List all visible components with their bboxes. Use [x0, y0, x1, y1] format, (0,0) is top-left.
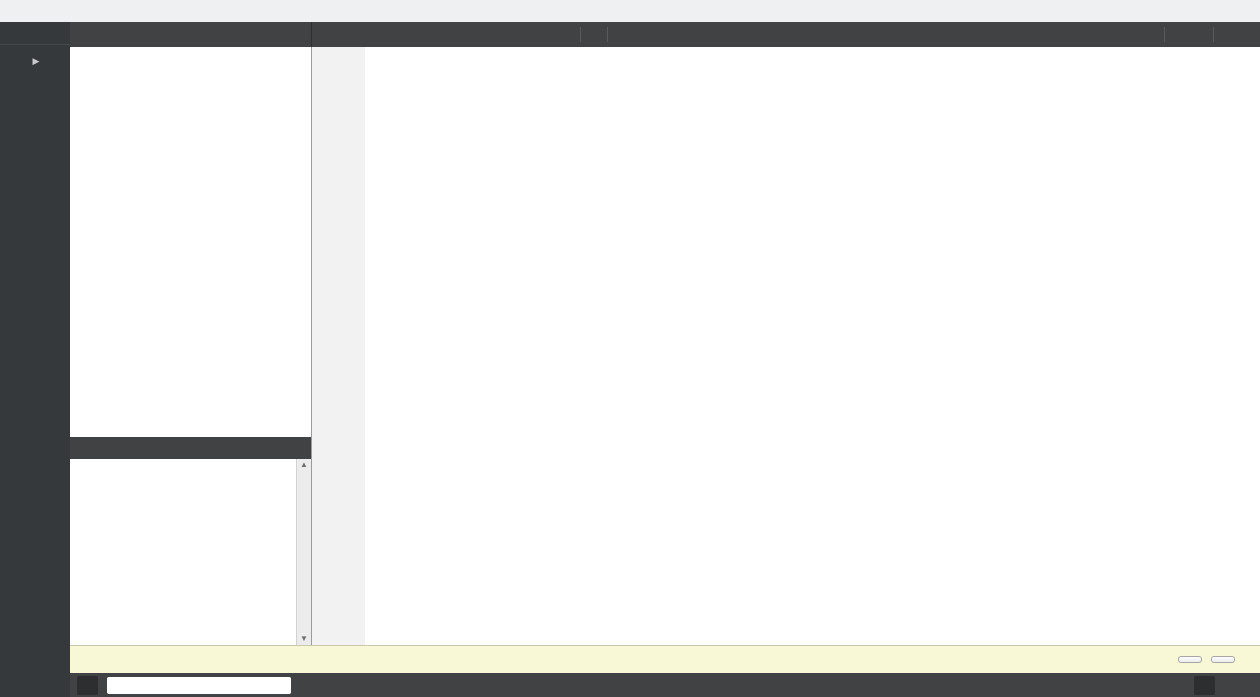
toggle-left-sidebar-button[interactable]: [77, 676, 98, 695]
status-bar: [70, 673, 1260, 697]
left-panel-column: ▲ ▼: [70, 47, 312, 645]
project-tree: [70, 47, 311, 437]
output-panes-dropdown-arrows[interactable]: [303, 675, 325, 696]
run-qmake-button[interactable]: [1211, 656, 1235, 663]
open-documents-scrollbar[interactable]: ▲ ▼: [296, 459, 311, 645]
menu-bar: [0, 0, 1260, 22]
open-documents-header: [70, 437, 311, 459]
symbol-selector[interactable]: [610, 24, 1162, 45]
show-details-button[interactable]: [1178, 656, 1202, 663]
projects-panel-header: [70, 22, 312, 47]
scroll-up-arrow-icon[interactable]: ▲: [300, 461, 308, 469]
line-number-gutter: [312, 47, 348, 645]
unlock-icon: [360, 24, 382, 45]
document-dropdown-arrows[interactable]: [556, 24, 578, 45]
scroll-down-arrow-icon[interactable]: ▼: [300, 635, 308, 643]
back-button[interactable]: [316, 24, 338, 45]
code-editor[interactable]: [312, 47, 1260, 645]
split-editor-button[interactable]: [1232, 24, 1254, 45]
code-area[interactable]: [365, 47, 1260, 645]
quick-search-input[interactable]: [107, 677, 291, 694]
mode-selector-sidebar: ▶: [0, 22, 70, 697]
symbol-dropdown-arrows: [890, 24, 1162, 45]
build-target-section: ▶: [0, 44, 70, 68]
forward-button[interactable]: [338, 24, 360, 45]
top-toolbar-row: [70, 22, 1260, 47]
code-fold-column[interactable]: [348, 47, 365, 645]
open-documents-list: ▲ ▼: [70, 459, 311, 645]
qmake-notification-bar: [70, 645, 1260, 673]
expand-output-pane-button[interactable]: [1194, 676, 1215, 695]
qt-creator-window: ▶: [0, 0, 1260, 697]
editor-toolbar: [312, 22, 1260, 47]
line-ending-selector[interactable]: [1167, 24, 1211, 45]
close-document-button[interactable]: [583, 24, 605, 45]
chevron-right-icon: ▶: [33, 56, 40, 67]
line-ending-dropdown-arrows: [1181, 24, 1203, 45]
kit-selector-button[interactable]: ▶: [31, 56, 40, 67]
toggle-right-sidebar-button[interactable]: [1222, 675, 1244, 696]
